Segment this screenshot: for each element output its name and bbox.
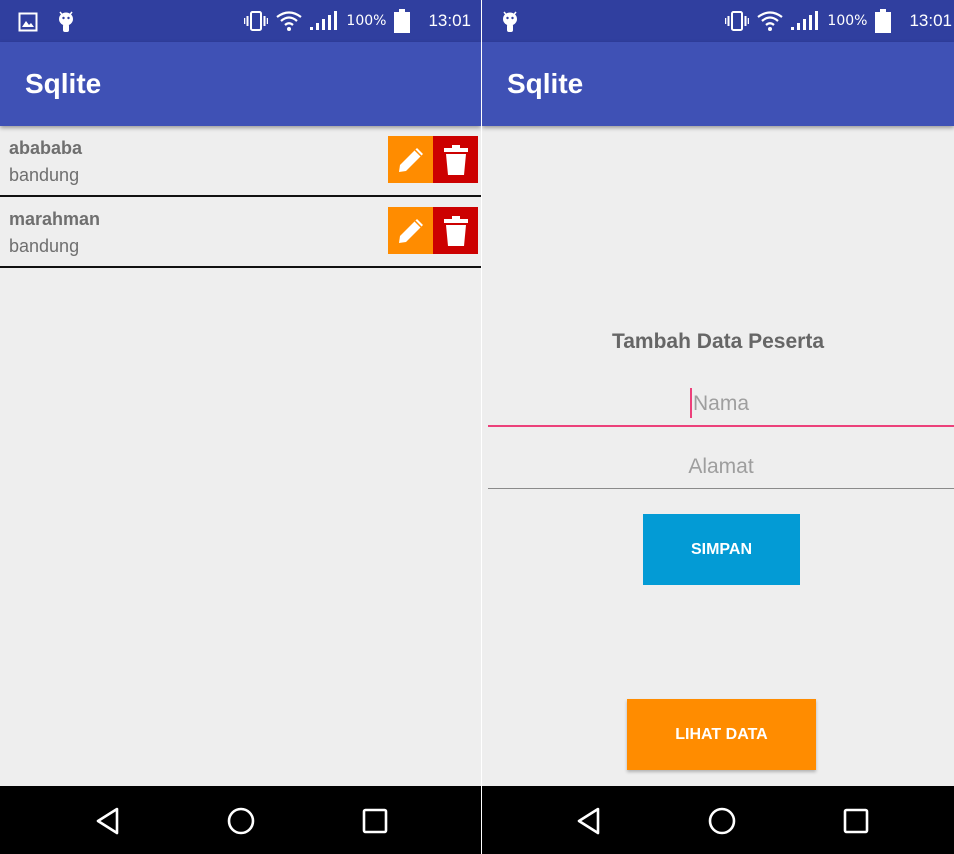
android-debug-icon [503, 11, 517, 32]
alamat-input[interactable] [488, 445, 954, 489]
simpan-button[interactable]: SIMPAN [643, 514, 800, 585]
recent-apps-icon[interactable] [360, 806, 390, 836]
nama-input[interactable] [488, 383, 954, 427]
list-item[interactable]: marahman bandung [0, 197, 481, 268]
status-time: 13:01 [428, 11, 471, 30]
list-screen: 100% 13:01 Sqlite abababa bandung marahm… [0, 0, 481, 854]
recent-apps-icon[interactable] [841, 806, 871, 836]
app-bar: Sqlite [482, 42, 954, 126]
signal-icon [791, 11, 819, 30]
navigation-bar [482, 786, 954, 854]
item-name: marahman [9, 209, 101, 229]
battery-icon [394, 9, 411, 33]
trash-icon [443, 215, 468, 246]
lihat-data-button[interactable]: LIHAT DATA [627, 699, 816, 770]
text-cursor [690, 388, 692, 418]
item-address: bandung [9, 236, 80, 256]
signal-icon [310, 11, 338, 30]
trash-icon [443, 144, 468, 175]
back-icon[interactable] [93, 806, 123, 836]
form-title: Tambah Data Peserta [611, 330, 825, 353]
item-name: abababa [9, 138, 83, 158]
app-bar: Sqlite [0, 42, 481, 126]
list-item[interactable]: abababa bandung [0, 126, 481, 197]
home-icon[interactable] [226, 806, 256, 836]
wifi-icon [276, 11, 303, 31]
pencil-icon [398, 218, 423, 243]
item-address: bandung [9, 165, 80, 185]
back-icon[interactable] [574, 806, 604, 836]
navigation-bar [0, 786, 481, 854]
edit-button[interactable] [388, 207, 433, 254]
battery-percent: 100% [346, 13, 387, 29]
pencil-icon [398, 147, 423, 172]
participant-list: abababa bandung marahman bandung [0, 126, 481, 268]
battery-icon [875, 9, 892, 33]
status-bar: 100% 13:01 [0, 0, 481, 42]
home-icon[interactable] [707, 806, 737, 836]
form-screen: 100% 13:01 Sqlite Tambah Data Peserta SI… [482, 0, 954, 854]
vibrate-icon [725, 11, 750, 31]
vibrate-icon [244, 11, 269, 31]
status-time: 13:01 [909, 11, 952, 30]
gallery-icon [18, 12, 38, 32]
delete-button[interactable] [433, 207, 478, 254]
wifi-icon [757, 11, 784, 31]
status-bar: 100% 13:01 [482, 0, 954, 42]
android-debug-icon [59, 11, 73, 32]
battery-percent: 100% [827, 13, 868, 29]
edit-button[interactable] [388, 136, 433, 183]
app-title: Sqlite [507, 68, 584, 99]
app-title: Sqlite [25, 68, 102, 99]
delete-button[interactable] [433, 136, 478, 183]
